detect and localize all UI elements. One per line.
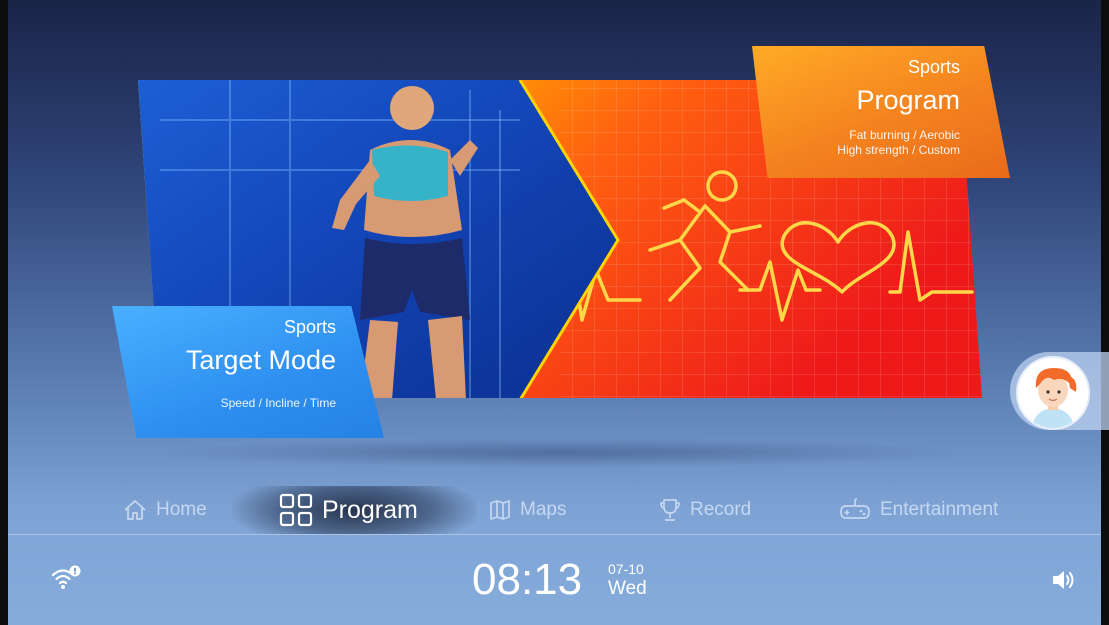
program-card[interactable]: Sports Program Fat burning / Aerobic Hig…: [752, 46, 1010, 178]
program-card-title: Program: [856, 85, 960, 115]
nav-item-program-label: Program: [322, 495, 418, 524]
bottom-nav: Home Program Maps Record Entertainment: [0, 486, 1109, 534]
nav-item-maps[interactable]: Maps: [488, 486, 566, 534]
clock-date: 07-10: [608, 561, 644, 577]
target-mode-card-subtitle: Speed / Incline / Time: [220, 396, 336, 410]
wifi-alert-icon: [51, 565, 81, 589]
avatar-icon: [1018, 358, 1088, 428]
sports-banner: Sports Program Fat burning / Aerobic Hig…: [0, 0, 1109, 470]
target-mode-card[interactable]: Sports Target Mode Speed / Incline / Tim…: [112, 306, 384, 438]
nav-item-record-label: Record: [690, 499, 752, 520]
nav-item-entertainment[interactable]: Entertainment: [838, 486, 998, 534]
trophy-icon: [660, 499, 680, 521]
nav-item-maps-label: Maps: [520, 499, 567, 520]
clock-time: 08:13: [472, 555, 583, 604]
grid-icon: [279, 493, 313, 527]
volume-button[interactable]: [1050, 568, 1076, 597]
nav-item-record[interactable]: Record: [658, 486, 751, 534]
nav-item-entertainment-label: Entertainment: [880, 499, 999, 520]
map-icon: [490, 500, 510, 520]
nav-item-home-label: Home: [156, 499, 207, 520]
program-card-subtitle-2: High strength / Custom: [837, 143, 960, 157]
volume-icon: [1053, 571, 1074, 589]
home-screen: Sports Program Fat burning / Aerobic Hig…: [0, 0, 1109, 625]
nav-item-home[interactable]: Home: [122, 486, 207, 534]
nav-item-program[interactable]: Program: [278, 486, 418, 534]
status-bar: 08:13 07-10 Wed: [0, 535, 1109, 625]
gamepad-icon: [840, 498, 870, 519]
program-card-subtitle-1: Fat burning / Aerobic: [849, 128, 960, 142]
target-mode-card-kicker: Sports: [283, 317, 336, 337]
date-block: 07-10 Wed: [608, 560, 647, 600]
program-card-kicker: Sports: [907, 57, 960, 77]
target-mode-card-title: Target Mode: [185, 345, 336, 375]
wifi-status[interactable]: [51, 565, 81, 596]
clock-weekday: Wed: [608, 578, 647, 599]
user-avatar[interactable]: [1016, 356, 1090, 430]
home-icon: [124, 500, 146, 520]
